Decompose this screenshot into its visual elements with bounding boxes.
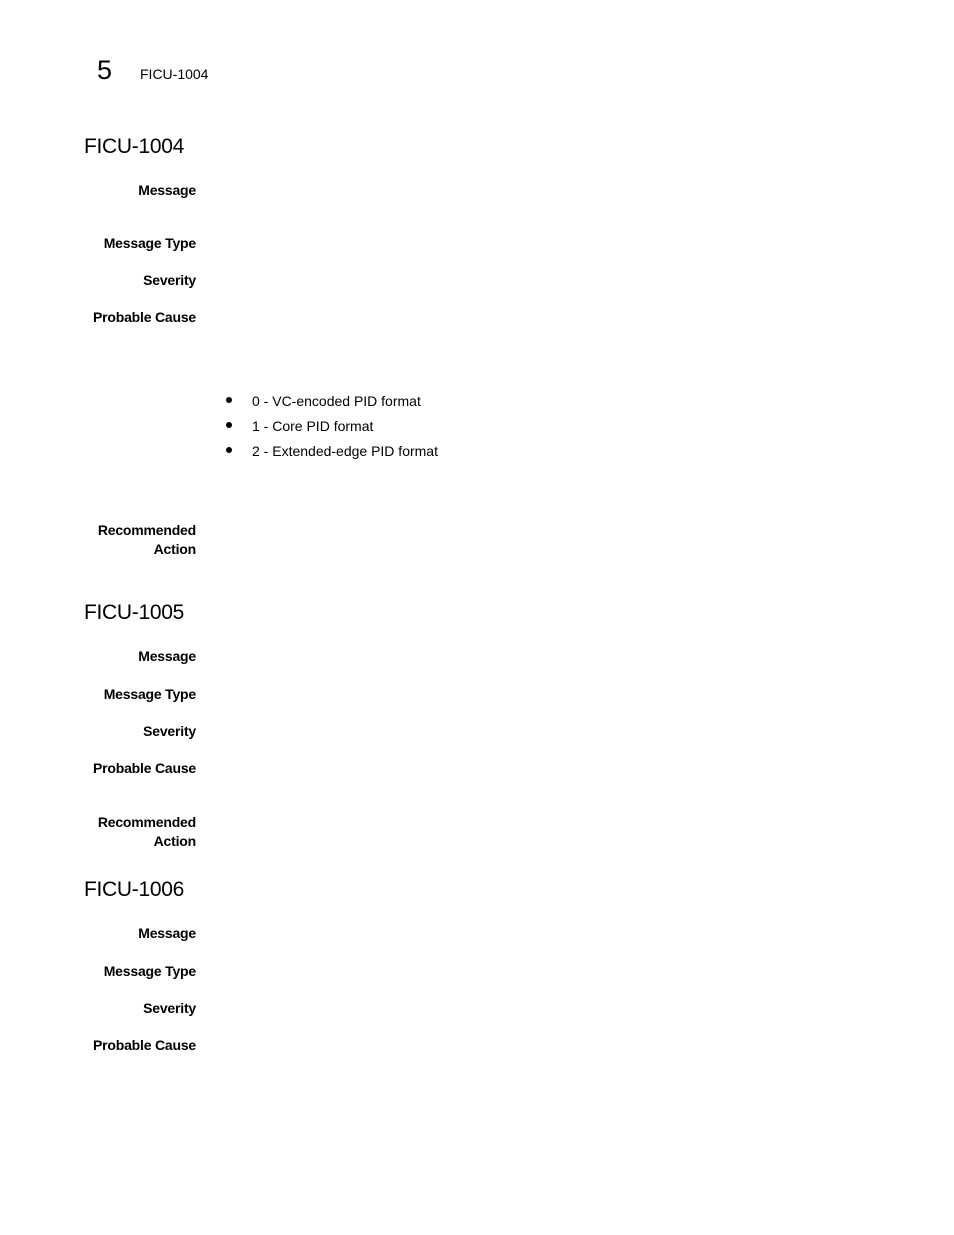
label-recommended-action-line2: Action xyxy=(153,833,197,849)
label-severity: Severity xyxy=(143,723,196,739)
label-severity: Severity xyxy=(143,1000,196,1016)
list-item-text: 1 - Core PID format xyxy=(252,418,374,434)
label-recommended-action-line2: Action xyxy=(153,541,197,557)
running-header-title: FICU-1004 xyxy=(140,66,209,82)
label-probable-cause: Probable Cause xyxy=(92,309,196,325)
bullet-icon xyxy=(226,447,232,453)
bullet-icon xyxy=(226,397,232,403)
label-recommended-action-line1: Recommended xyxy=(97,814,196,830)
label-recommended-action: Recommended Action xyxy=(36,521,196,559)
label-recommended-action: Recommended Action xyxy=(36,813,196,851)
bullet-icon xyxy=(226,422,232,428)
label-message: Message xyxy=(138,648,196,664)
list-item-text: 2 - Extended-edge PID format xyxy=(252,443,438,459)
label-severity: Severity xyxy=(143,272,196,288)
label-message-type: Message Type xyxy=(103,963,196,979)
label-probable-cause: Probable Cause xyxy=(92,760,196,776)
label-message-type: Message Type xyxy=(103,686,196,702)
chapter-number: 5 xyxy=(97,55,113,85)
list-item-text: 0 - VC-encoded PID format xyxy=(252,393,421,409)
label-message-type: Message Type xyxy=(103,235,196,251)
label-probable-cause: Probable Cause xyxy=(92,1037,196,1053)
section-title-ficu-1005: FICU-1005 xyxy=(84,601,185,624)
label-message: Message xyxy=(138,182,196,198)
label-recommended-action-line1: Recommended xyxy=(97,522,196,538)
label-message: Message xyxy=(138,925,196,941)
section-title-ficu-1006: FICU-1006 xyxy=(84,878,185,901)
section-title-ficu-1004: FICU-1004 xyxy=(84,135,185,158)
